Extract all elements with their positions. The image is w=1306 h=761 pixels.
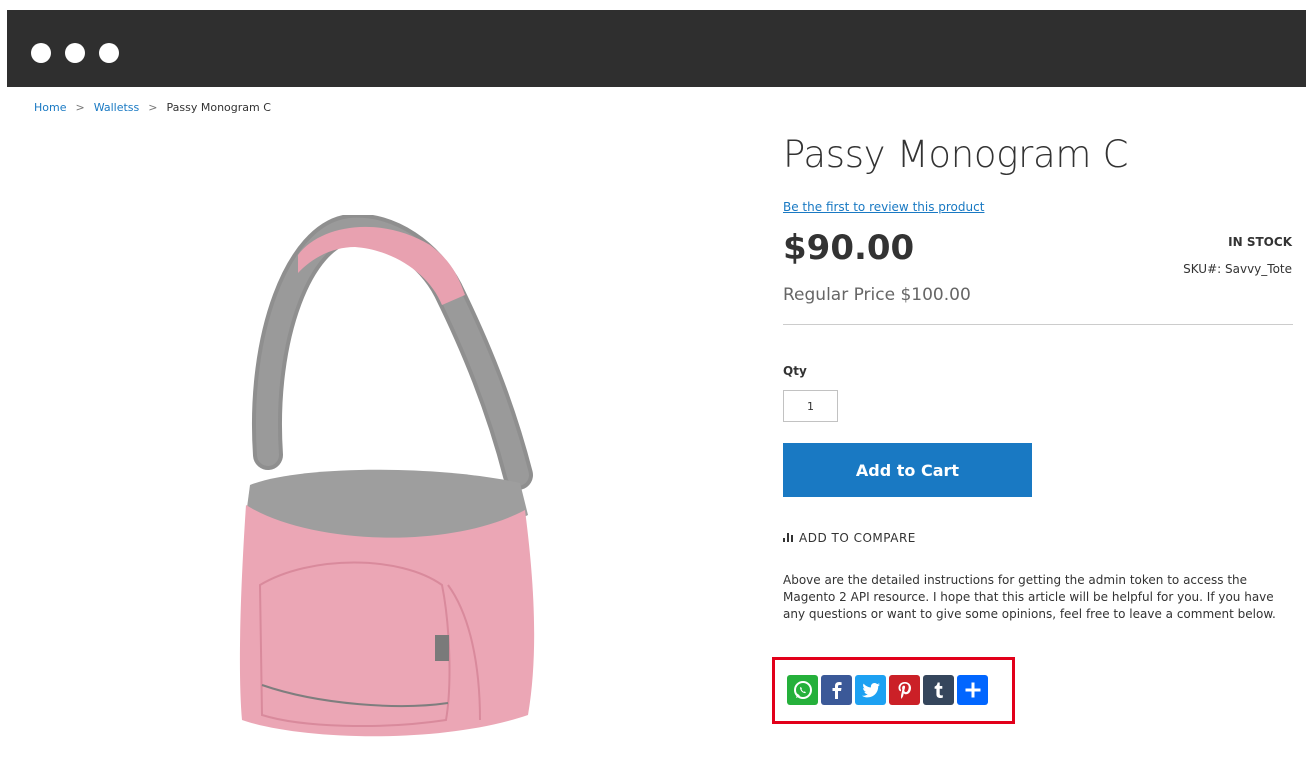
product-title: Passy Monogram C bbox=[783, 133, 1129, 176]
add-to-cart-button[interactable]: Add to Cart bbox=[783, 443, 1032, 497]
product-sku: SKU#: Savvy_Tote bbox=[1183, 262, 1292, 276]
qty-input[interactable] bbox=[783, 390, 838, 422]
product-price: $90.00 bbox=[783, 228, 915, 268]
browser-topbar bbox=[7, 10, 1306, 87]
share-buttons bbox=[787, 675, 988, 705]
window-dot-icon bbox=[99, 43, 119, 63]
window-dot-icon bbox=[31, 43, 51, 63]
share-plus-icon[interactable] bbox=[957, 675, 988, 705]
facebook-icon[interactable] bbox=[821, 675, 852, 705]
regular-price: Regular Price $100.00 bbox=[783, 285, 971, 305]
pinterest-icon[interactable] bbox=[889, 675, 920, 705]
qty-label: Qty bbox=[783, 364, 807, 378]
tumblr-icon[interactable] bbox=[923, 675, 954, 705]
whatsapp-icon[interactable] bbox=[787, 675, 818, 705]
compare-icon bbox=[783, 531, 795, 545]
divider bbox=[783, 324, 1293, 325]
add-to-compare-link[interactable]: ADD TO COMPARE bbox=[783, 531, 916, 545]
review-link[interactable]: Be the first to review this product bbox=[783, 200, 984, 214]
product-description: Above are the detailed instructions for … bbox=[783, 573, 1276, 621]
window-dot-icon bbox=[65, 43, 85, 63]
breadcrumb-category[interactable]: Walletss bbox=[94, 101, 140, 114]
breadcrumb-current: Passy Monogram C bbox=[166, 101, 271, 114]
breadcrumb: Home > Walletss > Passy Monogram C bbox=[34, 101, 271, 114]
product-image[interactable] bbox=[180, 215, 540, 761]
stock-status: IN STOCK bbox=[1228, 235, 1292, 249]
breadcrumb-separator: > bbox=[148, 101, 158, 114]
twitter-icon[interactable] bbox=[855, 675, 886, 705]
breadcrumb-home[interactable]: Home bbox=[34, 101, 66, 114]
breadcrumb-separator: > bbox=[75, 101, 85, 114]
compare-label: ADD TO COMPARE bbox=[799, 531, 916, 545]
